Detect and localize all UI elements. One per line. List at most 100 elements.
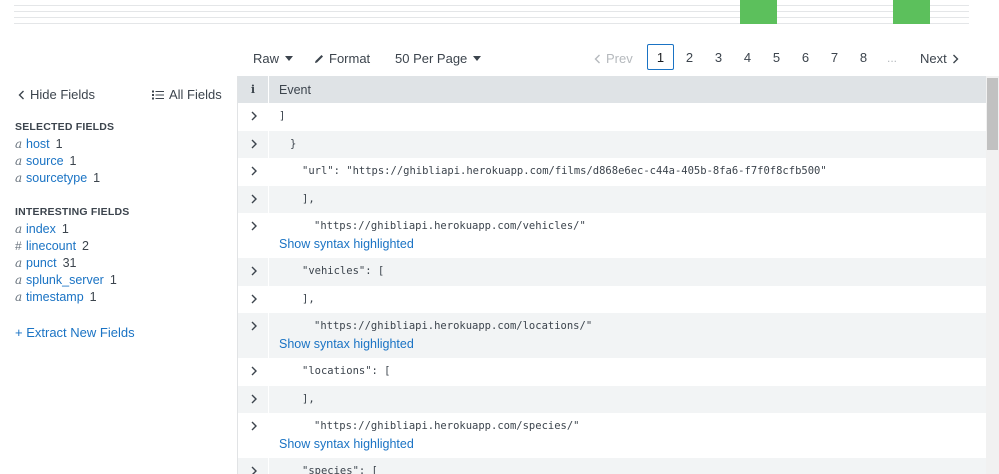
info-column-header: i — [250, 83, 256, 96]
expand-chevron-icon[interactable] — [249, 421, 259, 431]
timeline-gridline — [14, 5, 969, 6]
page-button-1[interactable]: 1 — [647, 44, 674, 70]
hide-fields-button[interactable]: Hide Fields — [18, 87, 95, 102]
timeline-gridline — [14, 17, 969, 18]
prev-page-button[interactable]: Prev — [594, 51, 633, 66]
expand-chevron-icon[interactable] — [249, 266, 259, 276]
event-row: ], — [238, 185, 986, 213]
field-name[interactable]: source — [26, 154, 64, 168]
fields-sidebar: Hide Fields All Fields SELECTED FIELDS a… — [0, 76, 238, 474]
field-name[interactable]: punct — [26, 256, 57, 270]
field-name[interactable]: timestamp — [26, 290, 84, 304]
row-divider — [268, 258, 269, 286]
page-button-8[interactable]: 8 — [850, 44, 877, 70]
row-divider — [268, 413, 269, 458]
field-count: 31 — [62, 256, 77, 270]
row-divider — [268, 313, 269, 358]
format-label: Format — [329, 51, 371, 66]
event-row: ], — [238, 285, 986, 313]
events-scrollbar[interactable] — [986, 76, 999, 474]
raw-label: Raw — [253, 51, 280, 66]
field-name[interactable]: sourcetype — [26, 171, 87, 185]
row-divider — [268, 458, 269, 474]
field-item-punct[interactable]: a punct 31 — [15, 255, 77, 271]
expand-chevron-icon[interactable] — [249, 166, 259, 176]
row-divider — [268, 213, 269, 258]
row-divider — [268, 285, 269, 313]
event-row: "locations": [ — [238, 358, 986, 386]
string-type-icon: a — [15, 290, 23, 304]
row-divider — [268, 130, 269, 158]
event-row: } — [238, 130, 986, 158]
field-count: 1 — [93, 171, 101, 185]
row-divider — [268, 185, 269, 213]
event-row: "species": [ — [238, 458, 986, 474]
interesting-fields-heading: INTERESTING FIELDS — [15, 206, 130, 218]
expand-chevron-icon[interactable] — [249, 111, 259, 121]
per-page-dropdown[interactable]: 50 Per Page — [395, 51, 482, 66]
page-button-3[interactable]: 3 — [705, 44, 732, 70]
expand-chevron-icon[interactable] — [249, 394, 259, 404]
event-raw-text: "species": [ — [302, 465, 378, 474]
field-item-host[interactable]: a host 1 — [15, 136, 63, 152]
event-column-header: Event — [279, 83, 311, 97]
expand-chevron-icon[interactable] — [249, 139, 259, 149]
page-button-2[interactable]: 2 — [676, 44, 703, 70]
show-syntax-highlighted-link[interactable]: Show syntax highlighted — [279, 337, 414, 351]
event-raw-text: "https://ghibliapi.herokuapp.com/species… — [314, 420, 580, 432]
timeline-histogram[interactable] — [0, 0, 999, 34]
event-row: "vehicles": [ — [238, 258, 986, 286]
event-raw-text: } — [290, 137, 297, 150]
timeline-bar[interactable] — [893, 0, 930, 24]
field-count: 1 — [69, 154, 77, 168]
scrollbar-thumb[interactable] — [987, 78, 998, 150]
results-toolbar: Raw Format 50 Per Page Prev 1 2 3 4 5 6 … — [238, 40, 999, 76]
raw-dropdown[interactable]: Raw — [253, 51, 294, 66]
per-page-label: 50 Per Page — [395, 51, 468, 66]
timeline-gridline — [14, 23, 969, 24]
field-item-splunk-server[interactable]: a splunk_server 1 — [15, 272, 117, 288]
field-count: 2 — [82, 239, 89, 253]
field-name[interactable]: index — [26, 222, 56, 236]
show-syntax-highlighted-link[interactable]: Show syntax highlighted — [279, 437, 414, 451]
selected-fields-heading: SELECTED FIELDS — [15, 121, 115, 133]
extract-new-fields-link[interactable]: + Extract New Fields — [15, 325, 135, 340]
field-item-timestamp[interactable]: a timestamp 1 — [15, 289, 97, 305]
expand-chevron-icon[interactable] — [249, 294, 259, 304]
page-button-6[interactable]: 6 — [792, 44, 819, 70]
all-fields-label: All Fields — [169, 87, 222, 102]
field-count: 1 — [109, 273, 117, 287]
field-item-source[interactable]: a source 1 — [15, 153, 76, 169]
expand-chevron-icon[interactable] — [249, 321, 259, 331]
event-row: "url": "https://ghibliapi.herokuapp.com/… — [238, 158, 986, 186]
field-item-index[interactable]: a index 1 — [15, 221, 69, 237]
next-page-button[interactable]: Next — [920, 51, 959, 66]
event-raw-text: "https://ghibliapi.herokuapp.com/vehicle… — [314, 220, 586, 232]
page-button-7[interactable]: 7 — [821, 44, 848, 70]
string-type-icon: a — [15, 137, 23, 151]
field-count: 1 — [61, 222, 69, 236]
expand-chevron-icon[interactable] — [249, 366, 259, 376]
field-item-linecount[interactable]: # linecount 2 — [15, 238, 89, 254]
field-name[interactable]: host — [26, 137, 50, 151]
string-type-icon: a — [15, 171, 23, 185]
field-name[interactable]: linecount — [26, 239, 76, 253]
event-raw-text: ] — [279, 110, 286, 122]
show-syntax-highlighted-link[interactable]: Show syntax highlighted — [279, 237, 414, 251]
timeline-bar[interactable] — [740, 0, 777, 24]
expand-chevron-icon[interactable] — [249, 221, 259, 231]
event-raw-text: ], — [302, 292, 315, 305]
chevron-left-icon — [18, 90, 24, 99]
field-name[interactable]: splunk_server — [26, 273, 104, 287]
field-item-sourcetype[interactable]: a sourcetype 1 — [15, 170, 100, 186]
string-type-icon: a — [15, 154, 23, 168]
format-button[interactable]: Format — [313, 51, 370, 66]
timeline-gridline — [14, 11, 969, 12]
event-row: "https://ghibliapi.herokuapp.com/species… — [238, 413, 986, 458]
expand-chevron-icon[interactable] — [249, 194, 259, 204]
event-row: ], — [238, 385, 986, 413]
expand-chevron-icon[interactable] — [249, 466, 259, 474]
all-fields-button[interactable]: All Fields — [152, 87, 222, 102]
page-button-4[interactable]: 4 — [734, 44, 761, 70]
page-button-5[interactable]: 5 — [763, 44, 790, 70]
